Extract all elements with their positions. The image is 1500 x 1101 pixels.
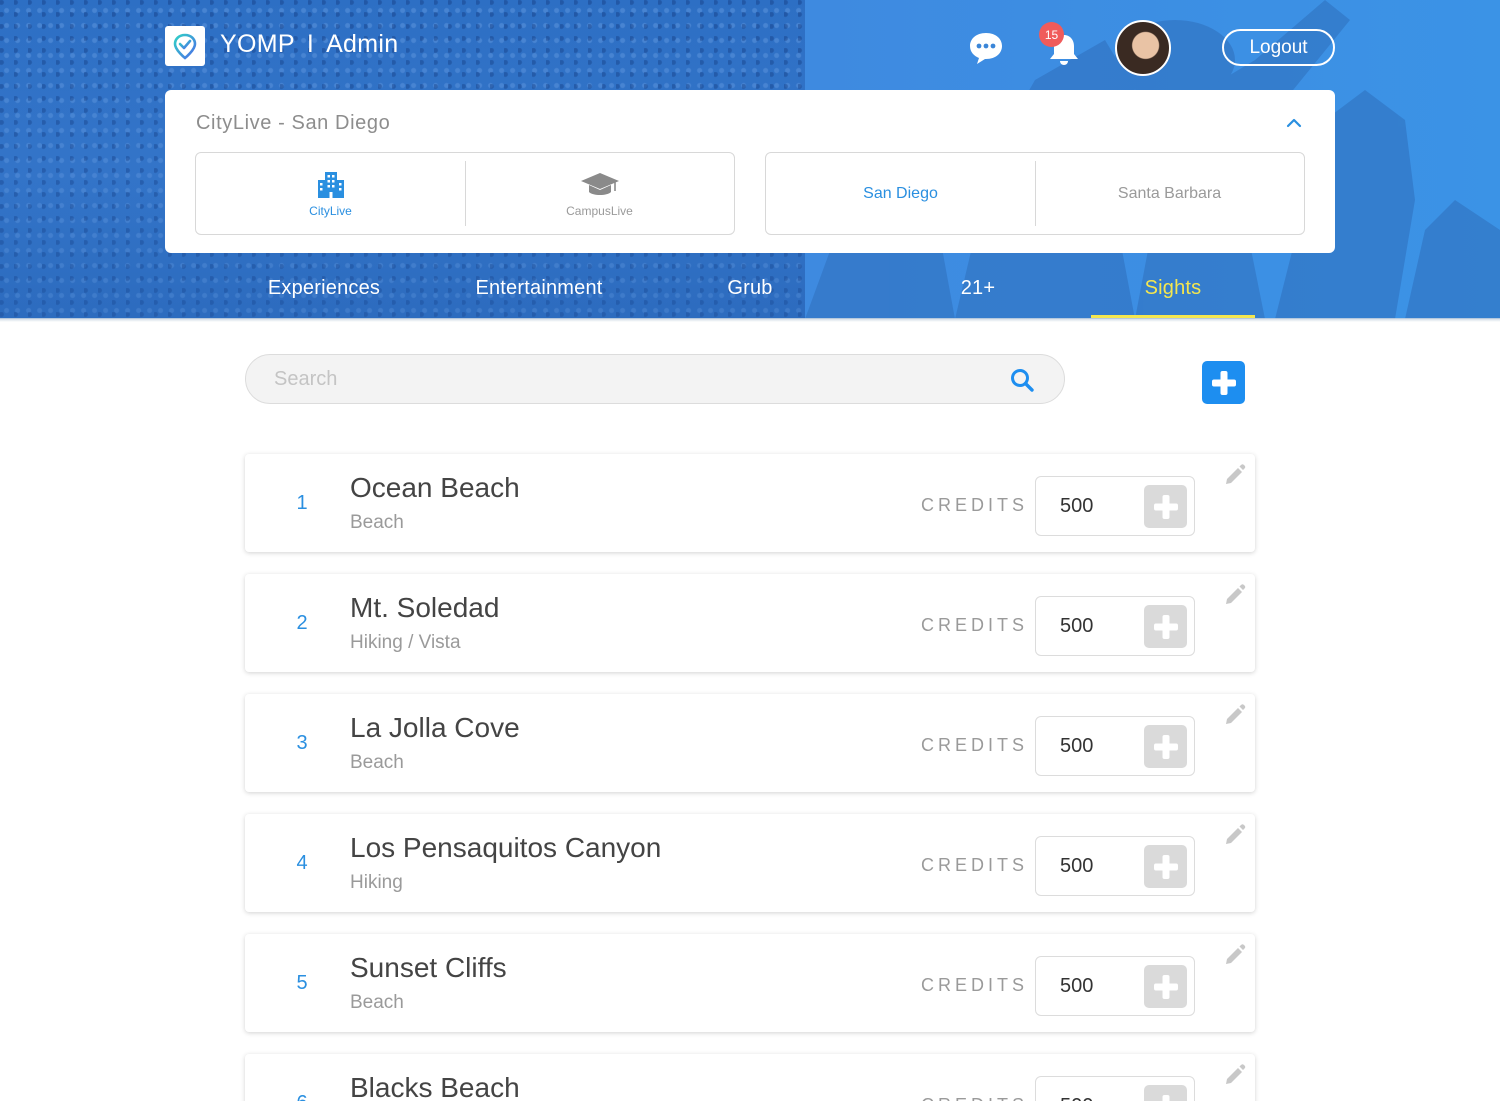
item-name: Mt. Soledad	[350, 592, 500, 623]
credits-field[interactable]: 500	[1035, 836, 1195, 896]
city-label-san-diego: San Diego	[863, 184, 938, 202]
search-input[interactable]	[274, 355, 994, 403]
search-bar	[245, 354, 1065, 404]
selector-title: CityLive - San Diego	[196, 112, 391, 134]
add-credits-button[interactable]	[1144, 845, 1187, 888]
tab-grub[interactable]: Grub	[710, 270, 790, 319]
item-index: 3	[296, 732, 308, 754]
edit-pencil-icon[interactable]	[1223, 942, 1247, 966]
city-option-san-diego[interactable]: San Diego	[766, 153, 1035, 234]
list-item: 2 Mt. Soledad Hiking / Vista CREDITS 500	[245, 574, 1255, 672]
yomp-logo-icon	[173, 33, 197, 60]
location-selector-card: CityLive - San Diego CityLive CampusLive…	[165, 90, 1335, 253]
add-credits-button[interactable]	[1144, 605, 1187, 648]
edit-pencil-icon[interactable]	[1223, 1062, 1247, 1086]
item-category: Hiking / Vista	[350, 632, 461, 653]
item-category: Beach	[350, 752, 404, 773]
credits-field[interactable]: 500	[1035, 956, 1195, 1016]
item-index: 1	[296, 492, 308, 514]
credits-field[interactable]: 500	[1035, 1076, 1195, 1101]
item-name: Blacks Beach	[350, 1072, 520, 1101]
edit-pencil-icon[interactable]	[1223, 702, 1247, 726]
credits-value: 500	[1060, 855, 1094, 877]
item-category: Beach	[350, 992, 404, 1013]
credits-value: 500	[1060, 735, 1094, 757]
item-index: 2	[296, 612, 308, 634]
item-name: Los Pensaquitos Canyon	[350, 832, 662, 863]
list-item: 4 Los Pensaquitos Canyon Hiking CREDITS …	[245, 814, 1255, 912]
mode-label-citylive: CityLive	[309, 203, 352, 218]
app-logo[interactable]	[165, 26, 205, 66]
plus-icon	[1153, 614, 1178, 639]
search-icon[interactable]	[1009, 367, 1035, 393]
credits-value: 500	[1060, 615, 1094, 637]
credits-label: CREDITS	[921, 975, 1029, 995]
graduation-cap-icon	[580, 172, 619, 195]
notification-badge: 15	[1039, 22, 1064, 47]
credits-value: 500	[1060, 495, 1094, 517]
item-index: 6	[287, 1092, 317, 1101]
category-tabs: Experiences Entertainment Grub 21+ Sight…	[0, 270, 1500, 319]
list-item: 6 Blacks Beach CREDITS 500	[245, 1054, 1255, 1101]
plus-icon	[1153, 734, 1178, 759]
add-credits-button[interactable]	[1144, 725, 1187, 768]
list-item: 1 Ocean Beach Beach CREDITS 500	[245, 454, 1255, 552]
mode-option-campuslive[interactable]: CampusLive	[465, 153, 734, 234]
add-credits-button[interactable]	[1144, 485, 1187, 528]
brand-section: Admin	[326, 30, 399, 58]
mode-segment-control: CityLive CampusLive	[195, 152, 735, 235]
item-category: Hiking	[350, 872, 403, 893]
credits-label: CREDITS	[921, 1095, 1028, 1101]
list-item: 3 La Jolla Cove Beach CREDITS 500	[245, 694, 1255, 792]
credits-label: CREDITS	[921, 735, 1029, 755]
credits-label: CREDITS	[921, 495, 1029, 515]
item-name: Sunset Cliffs	[350, 952, 507, 983]
brand-separator: I	[306, 30, 315, 58]
plus-icon	[1162, 1094, 1169, 1101]
credits-value: 500	[1060, 1095, 1093, 1101]
mode-label-campuslive: CampusLive	[566, 203, 633, 218]
add-credits-button[interactable]	[1144, 965, 1187, 1008]
avatar[interactable]	[1115, 20, 1171, 76]
item-category: Beach	[350, 512, 404, 533]
edit-pencil-icon[interactable]	[1223, 822, 1247, 846]
credits-field[interactable]: 500	[1035, 476, 1195, 536]
city-option-santa-barbara[interactable]: Santa Barbara	[1035, 153, 1304, 234]
brand-title: YOMP I Admin	[220, 30, 398, 59]
credits-label: CREDITS	[921, 615, 1029, 635]
city-segment-control: San Diego Santa Barbara	[765, 152, 1305, 235]
brand-name: YOMP	[220, 30, 295, 58]
chevron-up-icon[interactable]	[1285, 116, 1303, 130]
item-index: 5	[296, 972, 308, 994]
tab-sights[interactable]: Sights	[1091, 270, 1255, 319]
item-index: 4	[296, 852, 308, 874]
add-credits-button[interactable]	[1144, 1085, 1187, 1101]
item-name: Ocean Beach	[350, 472, 520, 503]
buildings-icon	[317, 171, 344, 198]
tab-21-plus[interactable]: 21+	[940, 270, 1016, 319]
header-hero: YOMP I Admin 15 Logout CityLive - San Dieg…	[0, 0, 1500, 319]
logout-button[interactable]: Logout	[1222, 29, 1335, 66]
credits-label: CREDITS	[921, 855, 1029, 875]
credits-field[interactable]: 500	[1035, 716, 1195, 776]
tab-experiences[interactable]: Experiences	[254, 270, 394, 319]
plus-icon	[1211, 370, 1236, 395]
plus-icon	[1153, 854, 1178, 879]
credits-field[interactable]: 500	[1035, 596, 1195, 656]
add-sight-button[interactable]	[1202, 361, 1245, 404]
credits-value: 500	[1060, 975, 1094, 997]
item-name: La Jolla Cove	[350, 712, 520, 743]
edit-pencil-icon[interactable]	[1223, 582, 1247, 606]
chat-icon[interactable]	[968, 31, 1004, 65]
tab-entertainment[interactable]: Entertainment	[464, 270, 614, 319]
plus-icon	[1153, 974, 1178, 999]
city-label-santa-barbara: Santa Barbara	[1117, 184, 1222, 202]
edit-pencil-icon[interactable]	[1223, 462, 1247, 486]
list-item: 5 Sunset Cliffs Beach CREDITS 500	[245, 934, 1255, 1032]
mode-option-citylive[interactable]: CityLive	[196, 153, 465, 234]
plus-icon	[1153, 494, 1178, 519]
